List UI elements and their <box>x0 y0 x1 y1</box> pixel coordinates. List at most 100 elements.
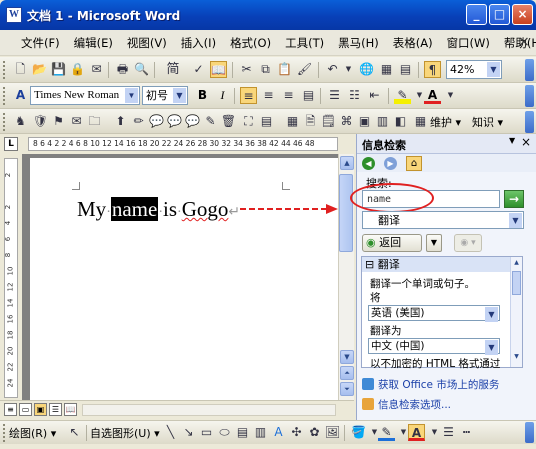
menu-insert[interactable]: 插入(I) <box>174 35 223 51</box>
translate-to-dropdown[interactable]: 中文 (中国) ▼ <box>368 338 500 355</box>
tool-icon-17[interactable]: ▣ <box>356 113 373 130</box>
forward-arrow-icon[interactable]: ▶ <box>384 157 397 170</box>
undo-icon[interactable]: ↶ <box>324 61 341 78</box>
toolbar-grip[interactable] <box>3 424 6 442</box>
normal-view-icon[interactable]: ≡ <box>4 403 17 416</box>
task-pane-menu-icon[interactable]: ▼ <box>509 136 515 145</box>
tables-borders-icon[interactable]: ▦ <box>378 61 395 78</box>
autoshapes-menu[interactable]: 自选图形(U) ▾ <box>90 425 160 441</box>
search-go-button[interactable]: → <box>504 190 524 208</box>
delete-icon[interactable]: 🗑 <box>220 113 237 130</box>
tool-icon-18[interactable]: ▥ <box>374 113 391 130</box>
toolbar-grip[interactable] <box>3 113 6 131</box>
align-left-icon[interactable]: ≡ <box>240 87 257 104</box>
tool-icon-15[interactable]: 🗒 <box>320 113 337 130</box>
line-icon[interactable]: ╲ <box>162 424 179 441</box>
menu-file[interactable]: 文件(F) <box>14 35 67 51</box>
picture-icon[interactable]: 🖼 <box>324 424 341 441</box>
font-color-icon[interactable]: A <box>408 424 425 441</box>
close-document-icon[interactable]: × <box>518 34 530 50</box>
chevron-down-icon[interactable]: ▼ <box>487 62 500 77</box>
print-icon[interactable]: 🖶 <box>114 61 131 78</box>
menu-format[interactable]: 格式(O) <box>223 35 278 51</box>
back-button[interactable]: ◉ 返回 <box>362 234 422 252</box>
align-right-icon[interactable]: ≡ <box>280 87 297 104</box>
word-gogo[interactable]: Gogo <box>182 197 229 221</box>
chevron-down-icon[interactable]: ▼ <box>125 88 138 103</box>
textbox-icon[interactable]: ▤ <box>234 424 251 441</box>
tool-icon-5[interactable]: ⬆ <box>112 113 129 130</box>
print-layout-icon[interactable]: ▣ <box>34 403 47 416</box>
tool-icon-16[interactable]: ⌘ <box>338 113 355 130</box>
tool-icon-14[interactable]: 🗎 <box>302 113 319 130</box>
tool-icon-10[interactable]: ✎ <box>202 113 219 130</box>
research-icon[interactable]: 📖 <box>210 61 227 78</box>
scroll-down-icon[interactable]: ▼ <box>340 350 354 364</box>
previous-page-icon[interactable]: ⏶ <box>340 366 354 380</box>
line-color-icon[interactable]: ✎ <box>378 424 395 441</box>
simplified-chinese-icon[interactable]: 简 <box>160 61 186 78</box>
menu-view[interactable]: 视图(V) <box>120 35 174 51</box>
forward-button[interactable]: ◉ ▾ <box>454 234 482 252</box>
save-icon[interactable]: 💾 <box>50 61 67 78</box>
horizontal-scrollbar[interactable] <box>82 404 336 416</box>
align-center-icon[interactable]: ≡ <box>260 87 277 104</box>
word-my[interactable]: My <box>77 197 106 221</box>
tool-icon-2[interactable]: ⚑ <box>50 113 67 130</box>
menu-tools[interactable]: 工具(T) <box>278 35 331 51</box>
menu-heima[interactable]: 黑马(H) <box>331 35 386 51</box>
scroll-up-icon[interactable]: ▲ <box>512 259 521 269</box>
scroll-up-icon[interactable]: ▲ <box>340 156 354 170</box>
tool-icon-7[interactable]: 💬 <box>148 113 165 130</box>
vertical-ruler[interactable]: 2 2 4 6 8 10 12 14 16 18 20 22 24 <box>4 158 18 398</box>
toolbar-options-icon[interactable] <box>525 85 534 107</box>
oval-icon[interactable]: ⬭ <box>216 424 233 441</box>
menu-help[interactable]: 帮助(H) <box>497 35 536 51</box>
toolbar-options-icon[interactable] <box>525 422 534 443</box>
undo-dropdown-icon[interactable]: ▼ <box>340 61 357 78</box>
document-page[interactable] <box>30 158 338 400</box>
fill-color-icon[interactable]: 🪣 <box>350 424 367 441</box>
back-arrow-icon[interactable]: ◀ <box>362 157 375 170</box>
spelling-icon[interactable]: ✓ <box>190 61 207 78</box>
styles-icon[interactable]: A <box>12 87 29 104</box>
select-objects-icon[interactable]: ↖ <box>66 424 83 441</box>
reading-view-icon[interactable]: 📖 <box>64 403 77 416</box>
home-icon[interactable]: ⌂ <box>406 156 422 171</box>
result-section-header[interactable]: ⊟ 翻译 <box>362 257 510 272</box>
zoom-dropdown[interactable]: 42% ▼ <box>446 60 502 79</box>
tool-icon-1[interactable]: 🛡 <box>32 113 49 130</box>
copy-icon[interactable]: ⧉ <box>257 61 274 78</box>
scrollbar-thumb[interactable] <box>512 271 521 295</box>
horizontal-ruler[interactable]: 8 6 4 2 2 4 6 8 10 12 14 16 18 20 22 24 … <box>28 137 338 151</box>
selected-word[interactable]: name <box>110 197 159 221</box>
open-folder-icon[interactable]: 📂 <box>31 61 48 78</box>
results-scrollbar[interactable]: ▲ ▼ <box>510 257 522 367</box>
cut-icon[interactable]: ✂ <box>238 61 255 78</box>
italic-button[interactable]: I <box>214 87 231 104</box>
word-app-icon[interactable]: W <box>6 7 22 23</box>
insert-table-icon[interactable]: ▤ <box>397 61 414 78</box>
email-icon[interactable]: ✉ <box>88 61 105 78</box>
tool-icon-19[interactable]: ◧ <box>392 113 409 130</box>
minimize-button[interactable]: _ <box>466 4 487 25</box>
tool-icon-4[interactable]: 🗀 <box>86 113 103 130</box>
show-hide-marks-icon[interactable]: ¶ <box>424 61 441 78</box>
font-color-icon[interactable]: A <box>424 87 441 104</box>
research-options-link[interactable]: 信息检索选项... <box>362 397 451 412</box>
bullets-icon[interactable]: ☷ <box>346 87 363 104</box>
wordart-icon[interactable]: A <box>270 424 287 441</box>
maintain-menu[interactable]: 维护 ▾ <box>430 114 461 130</box>
menu-table[interactable]: 表格(A) <box>386 35 440 51</box>
clipart-icon[interactable]: ✿ <box>306 424 323 441</box>
translate-from-dropdown[interactable]: 英语 (美国) ▼ <box>368 305 500 322</box>
chevron-down-icon[interactable]: ▼ <box>173 88 186 103</box>
word-is[interactable]: is <box>163 197 177 221</box>
print-preview-icon[interactable]: 🔍 <box>133 61 150 78</box>
tool-icon-9[interactable]: 💬 <box>184 113 201 130</box>
menu-window[interactable]: 窗口(W) <box>440 35 497 51</box>
knowledge-menu[interactable]: 知识 ▾ <box>472 114 503 130</box>
tool-icon-8[interactable]: 💬 <box>166 113 183 130</box>
horse-icon[interactable]: ♞ <box>12 113 29 130</box>
toolbar-grip[interactable] <box>3 61 6 79</box>
